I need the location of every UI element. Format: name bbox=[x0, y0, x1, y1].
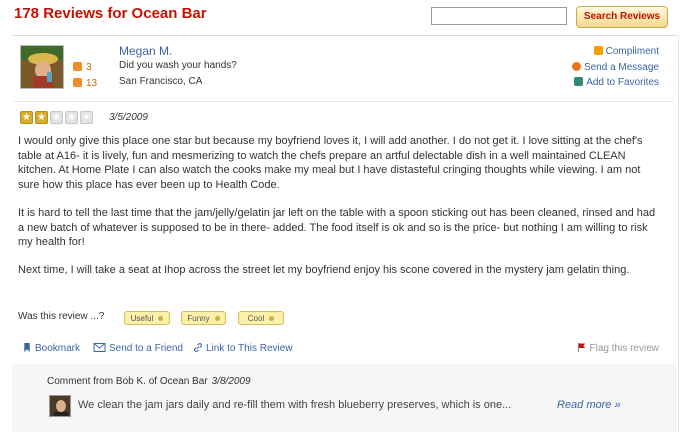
header-divider bbox=[12, 35, 677, 36]
owner-avatar[interactable] bbox=[49, 395, 71, 417]
send-to-friend-label: Send to a Friend bbox=[109, 343, 183, 354]
star-empty-icon: ★ bbox=[50, 111, 63, 124]
reviewer-avatar[interactable] bbox=[20, 45, 64, 89]
review-date: 3/5/2009 bbox=[109, 112, 148, 123]
owner-comment-title: Comment from Bob K. of Ocean Bar bbox=[47, 376, 208, 387]
star-filled-icon: ★ bbox=[35, 111, 48, 124]
owner-comment-box bbox=[12, 364, 677, 432]
add-favorites-label: Add to Favorites bbox=[586, 77, 659, 88]
star-rating: ★ ★ ★ ★ ★ bbox=[20, 111, 93, 124]
owner-comment-text: We clean the jam jars daily and re-fill … bbox=[78, 399, 512, 411]
friends-icon bbox=[73, 62, 82, 71]
bookmark-link[interactable]: Bookmark bbox=[22, 343, 80, 354]
reviewer-location: San Francisco, CA bbox=[119, 76, 203, 87]
useful-dot-icon bbox=[158, 315, 164, 321]
cool-button[interactable]: Cool bbox=[238, 311, 284, 325]
avatar-photo-icon bbox=[21, 46, 63, 88]
flag-review-link[interactable]: Flag this review bbox=[577, 343, 659, 354]
flag-icon bbox=[577, 343, 585, 352]
reviewer-name-link[interactable]: Megan M. bbox=[119, 44, 172, 58]
friends-count[interactable]: 3 bbox=[73, 62, 92, 73]
compliment-icon bbox=[593, 46, 603, 55]
owner-comment-date: 3/8/2009 bbox=[211, 376, 251, 387]
link-to-review-label: Link to This Review bbox=[206, 343, 293, 354]
reviews-count-value: 13 bbox=[86, 78, 98, 89]
star-filled-icon: ★ bbox=[20, 111, 33, 124]
cool-dot-icon bbox=[269, 315, 275, 321]
link-to-review-link[interactable]: Link to This Review bbox=[193, 343, 293, 354]
search-input[interactable] bbox=[431, 7, 567, 25]
reviewer-tagline: Did you wash your hands? bbox=[119, 60, 237, 71]
message-icon bbox=[571, 62, 581, 71]
page-title: 178 Reviews for Ocean Bar bbox=[14, 5, 207, 22]
flag-review-label: Flag this review bbox=[589, 343, 659, 354]
vote-question: Was this review ...? bbox=[18, 311, 105, 322]
funny-label: Funny bbox=[187, 313, 210, 323]
useful-label: Useful bbox=[130, 313, 154, 323]
friends-count-value: 3 bbox=[86, 62, 92, 73]
search-reviews-button[interactable]: Search Reviews bbox=[576, 6, 668, 28]
funny-button[interactable]: Funny bbox=[181, 311, 226, 325]
star-empty-icon: ★ bbox=[65, 111, 78, 124]
envelope-icon bbox=[93, 343, 106, 352]
review-paragraph: Next time, I will take a seat at Ihop ac… bbox=[18, 264, 630, 276]
cool-label: Cool bbox=[247, 313, 265, 323]
useful-button[interactable]: Useful bbox=[124, 311, 170, 325]
compliment-link[interactable]: Compliment bbox=[593, 46, 659, 57]
compliment-label: Compliment bbox=[605, 46, 659, 57]
bookmark-icon bbox=[24, 343, 30, 352]
funny-dot-icon bbox=[214, 315, 220, 321]
add-favorites-link[interactable]: Add to Favorites bbox=[574, 77, 659, 88]
bookmark-label: Bookmark bbox=[35, 343, 81, 354]
favorites-icon bbox=[574, 77, 584, 86]
owner-comment-heading: Comment from Bob K. of Ocean Bar 3/8/2009 bbox=[47, 376, 251, 387]
reviews-star-icon bbox=[73, 78, 82, 87]
reviewer-divider bbox=[14, 101, 673, 102]
right-border bbox=[678, 35, 679, 432]
star-empty-icon: ★ bbox=[80, 111, 93, 124]
owner-photo-icon bbox=[50, 396, 70, 416]
send-message-label: Send a Message bbox=[583, 62, 659, 73]
send-message-link[interactable]: Send a Message bbox=[571, 62, 659, 73]
reviews-count[interactable]: 13 bbox=[73, 78, 97, 89]
review-paragraph: I would only give this place one star bu… bbox=[18, 135, 643, 191]
read-more-link[interactable]: Read more » bbox=[557, 399, 621, 411]
send-to-friend-link[interactable]: Send to a Friend bbox=[93, 343, 183, 354]
review-paragraph: It is hard to tell the last time that th… bbox=[18, 207, 656, 248]
chain-link-icon bbox=[194, 343, 202, 352]
